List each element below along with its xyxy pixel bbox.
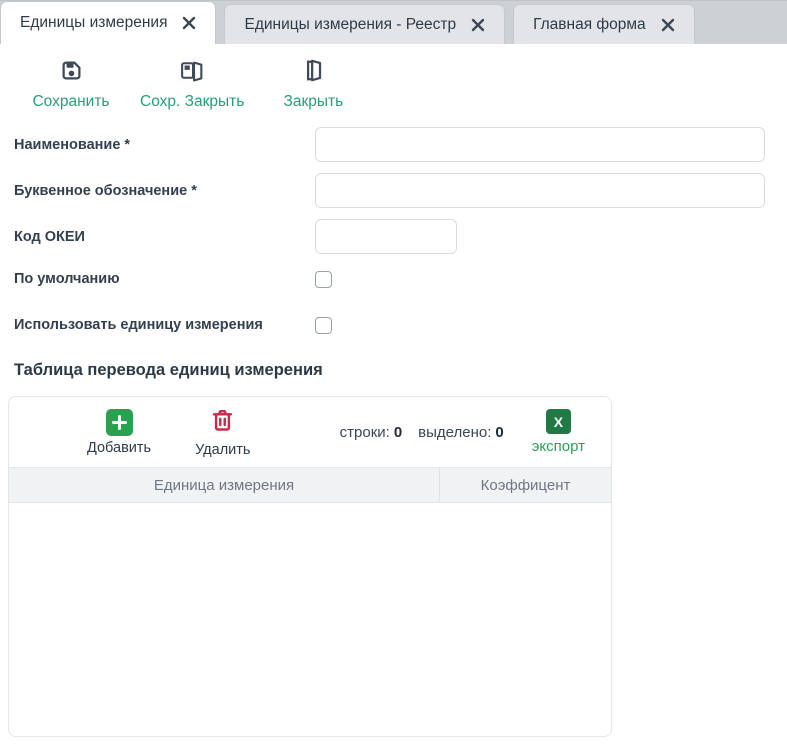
selected-counter-label: выделено: bbox=[418, 424, 491, 441]
close-button-label: Закрыть bbox=[283, 93, 343, 111]
use-unit-field-label: Использовать единицу измерения bbox=[14, 317, 315, 333]
trash-icon bbox=[209, 407, 236, 438]
name-input[interactable] bbox=[315, 127, 765, 162]
save-button[interactable]: Сохранить bbox=[32, 57, 110, 111]
okei-code-field-label: Код ОКЕИ bbox=[14, 229, 315, 245]
rows-counter-value: 0 bbox=[394, 424, 402, 441]
form-row: Код ОКЕИ bbox=[14, 219, 765, 254]
form-row: Буквенное обозначение * bbox=[14, 173, 765, 208]
tab-label: Единицы измерения - Реестр bbox=[244, 16, 456, 34]
add-row-button[interactable]: Добавить bbox=[87, 409, 151, 456]
tab-units-registry[interactable]: Единицы измерения - Реестр bbox=[224, 4, 505, 44]
tab-label: Единицы измерения bbox=[20, 14, 167, 32]
default-checkbox[interactable] bbox=[315, 271, 332, 288]
delete-row-button-label: Удалить bbox=[195, 442, 250, 458]
tab-main-form[interactable]: Главная форма bbox=[513, 4, 695, 44]
letter-designation-input[interactable] bbox=[315, 173, 765, 208]
default-field-label: По умолчанию bbox=[14, 271, 315, 287]
save-close-button[interactable]: Сохр. Закрыть bbox=[140, 57, 244, 111]
form-row: Наименование * bbox=[14, 127, 765, 162]
tab-label: Главная форма bbox=[533, 16, 646, 34]
add-row-button-label: Добавить bbox=[87, 440, 151, 456]
export-button-label: экспорт bbox=[532, 438, 585, 455]
export-button[interactable]: X экспорт bbox=[532, 409, 585, 455]
tab-units[interactable]: Единицы измерения bbox=[0, 1, 216, 44]
close-icon[interactable] bbox=[471, 18, 485, 32]
column-header-unit[interactable]: Единица измерения bbox=[9, 477, 439, 494]
delete-row-button[interactable]: Удалить bbox=[195, 407, 250, 458]
unit-form: Наименование * Буквенное обозначение * К… bbox=[0, 121, 787, 339]
column-header-coefficient[interactable]: Коэффицент bbox=[439, 468, 611, 502]
close-icon[interactable] bbox=[182, 16, 196, 30]
tab-bar: Единицы измерения Единицы измерения - Ре… bbox=[0, 0, 787, 44]
door-close-icon bbox=[300, 57, 327, 89]
letter-designation-field-label: Буквенное обозначение * bbox=[14, 183, 315, 199]
conversion-grid-panel: Добавить Удалить строки:0 выделено:0 X bbox=[8, 396, 612, 737]
action-toolbar: Сохранить Сохр. Закрыть Закрыть bbox=[0, 44, 787, 121]
excel-icon: X bbox=[546, 409, 571, 434]
selected-counter: выделено:0 bbox=[418, 424, 504, 441]
plus-icon bbox=[106, 409, 133, 436]
okei-code-input[interactable] bbox=[315, 219, 457, 254]
conversion-table-title: Таблица перевода единиц измерения bbox=[14, 361, 787, 380]
form-row: По умолчанию bbox=[14, 265, 765, 293]
rows-counter-label: строки: bbox=[340, 424, 390, 441]
close-button[interactable]: Закрыть bbox=[274, 57, 352, 111]
grid-body-empty[interactable] bbox=[9, 503, 611, 736]
use-unit-checkbox[interactable] bbox=[315, 317, 332, 334]
selected-counter-value: 0 bbox=[495, 424, 503, 441]
grid-header-row: Единица измерения Коэффицент bbox=[9, 467, 611, 503]
save-close-icon bbox=[179, 57, 206, 89]
close-icon[interactable] bbox=[661, 18, 675, 32]
name-field-label: Наименование * bbox=[14, 137, 315, 153]
save-button-label: Сохранить bbox=[32, 93, 109, 111]
rows-counter: строки:0 bbox=[340, 424, 403, 441]
grid-toolbar: Добавить Удалить строки:0 выделено:0 X bbox=[9, 397, 611, 467]
save-icon bbox=[58, 57, 85, 89]
form-row: Использовать единицу измерения bbox=[14, 311, 765, 339]
grid-counters: строки:0 выделено:0 bbox=[340, 424, 504, 441]
save-close-button-label: Сохр. Закрыть bbox=[140, 93, 244, 111]
